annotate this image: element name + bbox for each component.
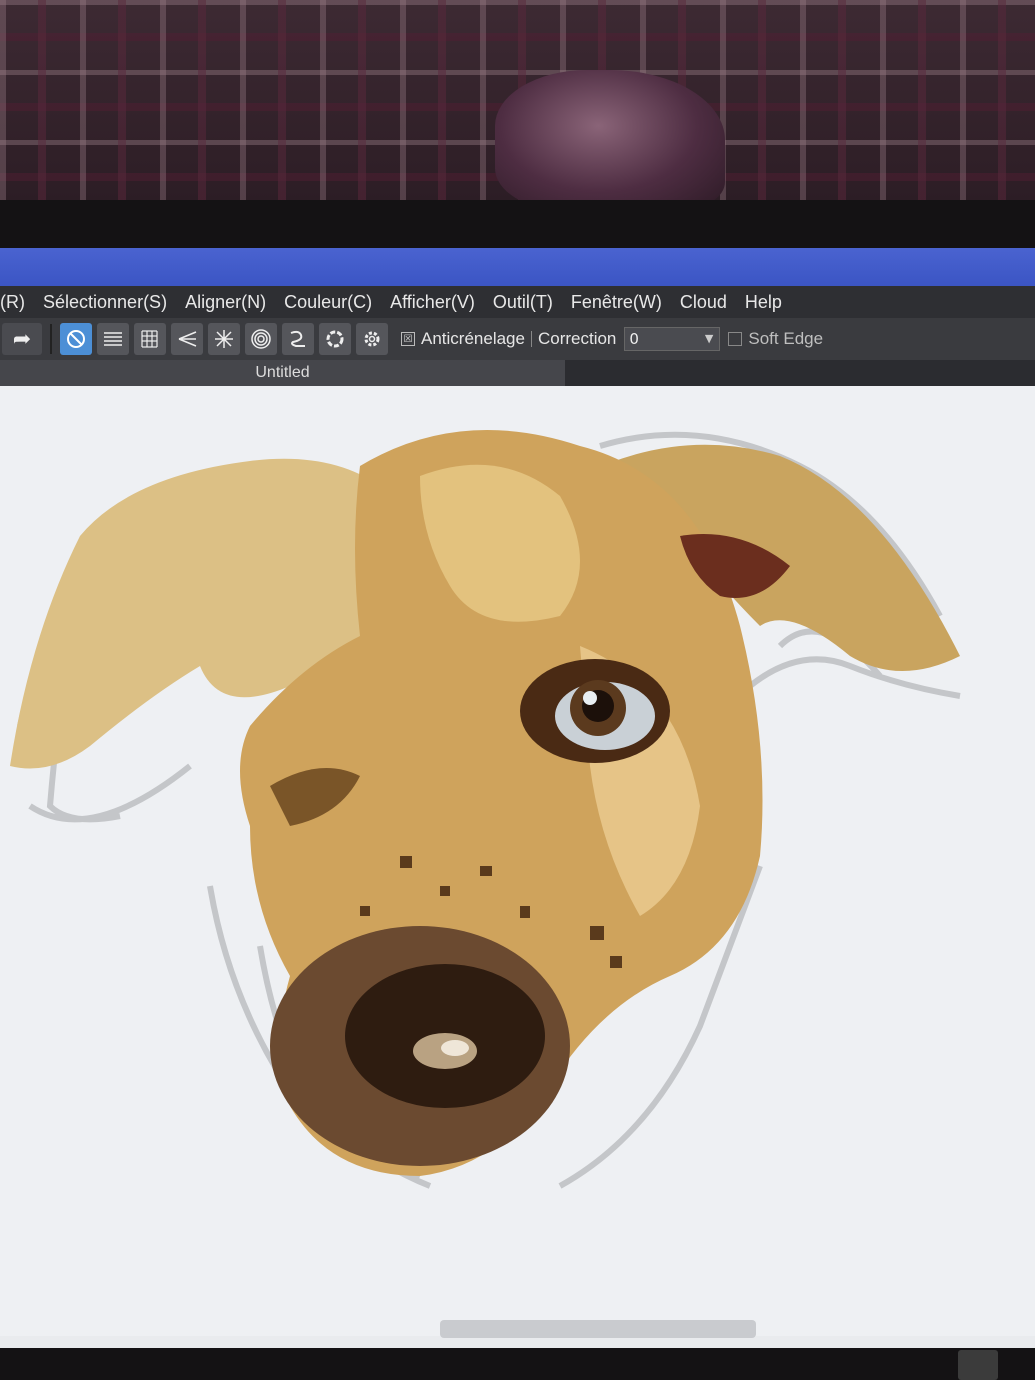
toolbar-separator <box>50 324 52 354</box>
grid-icon <box>141 330 158 348</box>
horizontal-lines-icon <box>104 332 122 346</box>
concentric-circles-icon <box>251 329 271 349</box>
concentric-tool-button[interactable] <box>245 323 277 355</box>
horizontal-lines-tool-button[interactable] <box>97 323 129 355</box>
correction-value: 0 <box>629 330 639 348</box>
background-fabric-fold <box>495 70 725 210</box>
ring-icon <box>326 330 344 348</box>
menu-cloud[interactable]: Cloud <box>680 292 727 313</box>
antialias-label: Anticrénelage <box>421 329 525 348</box>
menu-help[interactable]: Help <box>745 292 782 313</box>
soft-edge-checkbox[interactable] <box>728 332 743 346</box>
radial-lines-tool-button[interactable] <box>208 323 240 355</box>
title-bar <box>0 248 1035 286</box>
redo-arrow-icon: ➦ <box>12 326 32 352</box>
chevron-down-icon: ▼ <box>704 332 714 345</box>
dog-painting <box>10 430 961 1189</box>
menu-aligner[interactable]: Aligner(N) <box>185 292 266 313</box>
document-tab-strip: Untitled <box>0 360 1035 386</box>
menu-outil[interactable]: Outil(T) <box>493 292 553 313</box>
antialias-checkbox[interactable]: ☒ <box>401 332 415 346</box>
dog-nose-shine <box>441 1040 469 1056</box>
burst-icon <box>215 330 233 348</box>
taskbar-app-icon[interactable] <box>958 1350 998 1380</box>
gear-icon <box>364 331 380 347</box>
dog-eye-highlight <box>583 691 597 705</box>
curve-tool-button[interactable] <box>282 323 314 355</box>
menu-r[interactable]: (R) <box>0 292 25 313</box>
menu-selectionner[interactable]: Sélectionner(S) <box>43 292 167 313</box>
tool-options-bar: ➦ ☒ Anticrénelage Correction 0 ▼ Soft Ed… <box>0 318 1035 360</box>
app-window: (R) Sélectionner(S) Aligner(N) Couleur(C… <box>0 248 1035 1348</box>
document-tab[interactable]: Untitled <box>0 360 565 386</box>
drawing-canvas[interactable] <box>0 386 1035 1336</box>
menu-couleur[interactable]: Couleur(C) <box>284 292 372 313</box>
grid-tool-button[interactable] <box>134 323 166 355</box>
menu-bar: (R) Sélectionner(S) Aligner(N) Couleur(C… <box>0 286 1035 318</box>
settings-tool-button[interactable] <box>356 323 388 355</box>
toolbar-separator <box>530 331 532 347</box>
perspective-tool-button[interactable] <box>171 323 203 355</box>
soft-edge-label: Soft Edge <box>748 329 824 348</box>
menu-afficher[interactable]: Afficher(V) <box>390 292 475 313</box>
correction-label: Correction <box>537 329 617 348</box>
redo-button[interactable]: ➦ <box>2 323 42 355</box>
perspective-lines-icon <box>178 331 197 347</box>
horizontal-scrollbar[interactable] <box>440 1320 756 1338</box>
menu-fenetre[interactable]: Fenêtre(W) <box>571 292 662 313</box>
ring-tool-button[interactable] <box>319 323 351 355</box>
prohibited-icon <box>67 330 85 348</box>
correction-select[interactable]: 0 ▼ <box>624 327 721 351</box>
no-fill-tool-button[interactable] <box>60 323 92 355</box>
curve-icon <box>290 330 305 347</box>
